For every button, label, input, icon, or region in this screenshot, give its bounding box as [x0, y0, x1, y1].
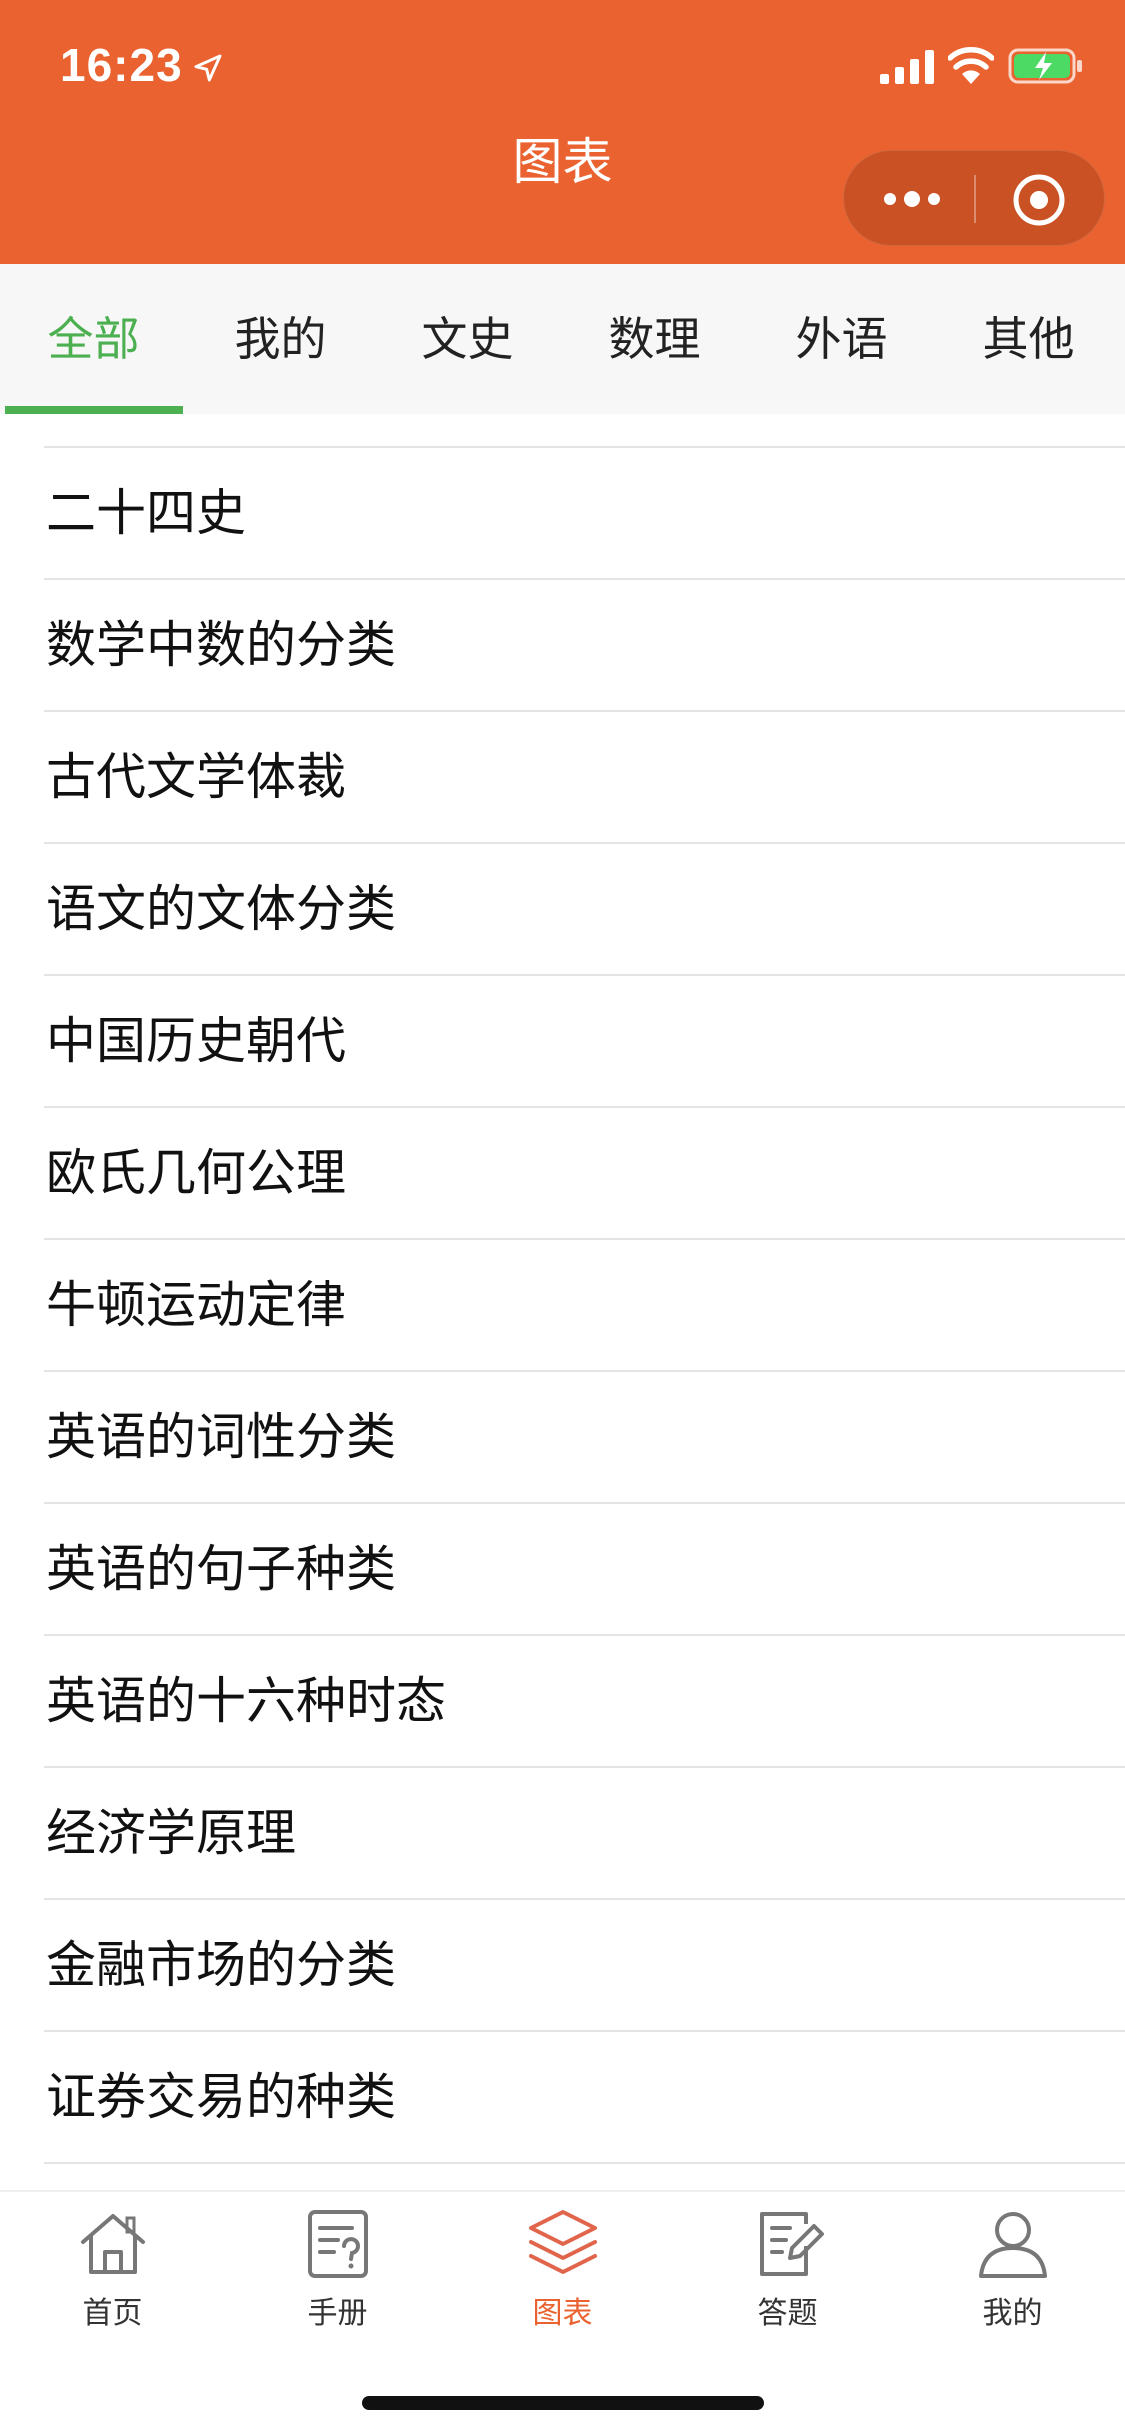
- wifi-icon: [948, 47, 994, 84]
- quiz-edit-icon: [759, 2212, 824, 2276]
- tab-foreign-language[interactable]: 外语: [748, 264, 935, 414]
- tab-all[interactable]: 全部: [0, 264, 187, 414]
- tabbar-label: 我的: [982, 2296, 1043, 2331]
- profile-icon: [978, 2212, 1047, 2278]
- tab-math-science[interactable]: 数理: [561, 264, 748, 414]
- more-icon[interactable]: [882, 187, 942, 211]
- home-icon: [80, 2214, 145, 2274]
- location-arrow-icon: [194, 54, 222, 82]
- tab-mine[interactable]: 我的: [187, 264, 374, 414]
- list-item[interactable]: 数学中数的分类: [44, 580, 1125, 712]
- layers-icon: [528, 2210, 597, 2274]
- list-item[interactable]: 欧氏几何公理: [44, 1108, 1125, 1240]
- tabbar-label: 答题: [757, 2296, 818, 2331]
- tabbar-item-home[interactable]: 首页: [0, 2206, 225, 2346]
- tabbar-item-profile[interactable]: 我的: [900, 2206, 1125, 2346]
- list-item[interactable]: 英语的十六种时态: [44, 1636, 1125, 1768]
- mini-program-capsule: [843, 150, 1105, 246]
- active-tab-indicator: [5, 406, 183, 414]
- tabbar-label: 手册: [307, 2296, 368, 2331]
- tabbar-item-charts[interactable]: 图表: [450, 2206, 675, 2346]
- status-time: 16:23: [60, 39, 183, 91]
- manual-icon: [307, 2210, 368, 2278]
- list-item[interactable]: 古代文学体裁: [44, 712, 1125, 844]
- tabbar-label: 图表: [532, 2296, 593, 2331]
- tabbar-label: 首页: [82, 2296, 143, 2331]
- list-item[interactable]: 经济学原理: [44, 1768, 1125, 1900]
- tab-other[interactable]: 其他: [935, 264, 1122, 414]
- list-item[interactable]: 金融市场的分类: [44, 1900, 1125, 2032]
- capsule-divider: [974, 175, 976, 223]
- list-item[interactable]: 牛顿运动定律: [44, 1240, 1125, 1372]
- header-bar: 16:23 图表: [0, 0, 1125, 264]
- list-item[interactable]: 语文的文体分类: [44, 844, 1125, 976]
- list-item[interactable]: 英语的词性分类: [44, 1372, 1125, 1504]
- close-target-icon[interactable]: [1012, 173, 1066, 227]
- chart-list: 二十四史 数学中数的分类 古代文学体裁 语文的文体分类 中国历史朝代 欧氏几何公…: [0, 414, 1125, 2190]
- tabbar-item-manual[interactable]: 手册: [225, 2206, 450, 2346]
- list-item[interactable]: 英语的句子种类: [44, 1504, 1125, 1636]
- home-indicator[interactable]: [362, 2396, 764, 2410]
- tabbar-item-quiz[interactable]: 答题: [675, 2206, 900, 2346]
- list-item[interactable]: 中国历史朝代: [44, 976, 1125, 1108]
- category-tabs: 全部 我的 文史 数理 外语 其他: [0, 264, 1125, 414]
- list-item[interactable]: 证券交易的种类: [44, 2032, 1125, 2164]
- tab-literature-history[interactable]: 文史: [374, 264, 561, 414]
- signal-icon: [880, 50, 934, 84]
- list-item[interactable]: 二十四史: [44, 448, 1125, 580]
- battery-charging-icon: [1008, 48, 1082, 84]
